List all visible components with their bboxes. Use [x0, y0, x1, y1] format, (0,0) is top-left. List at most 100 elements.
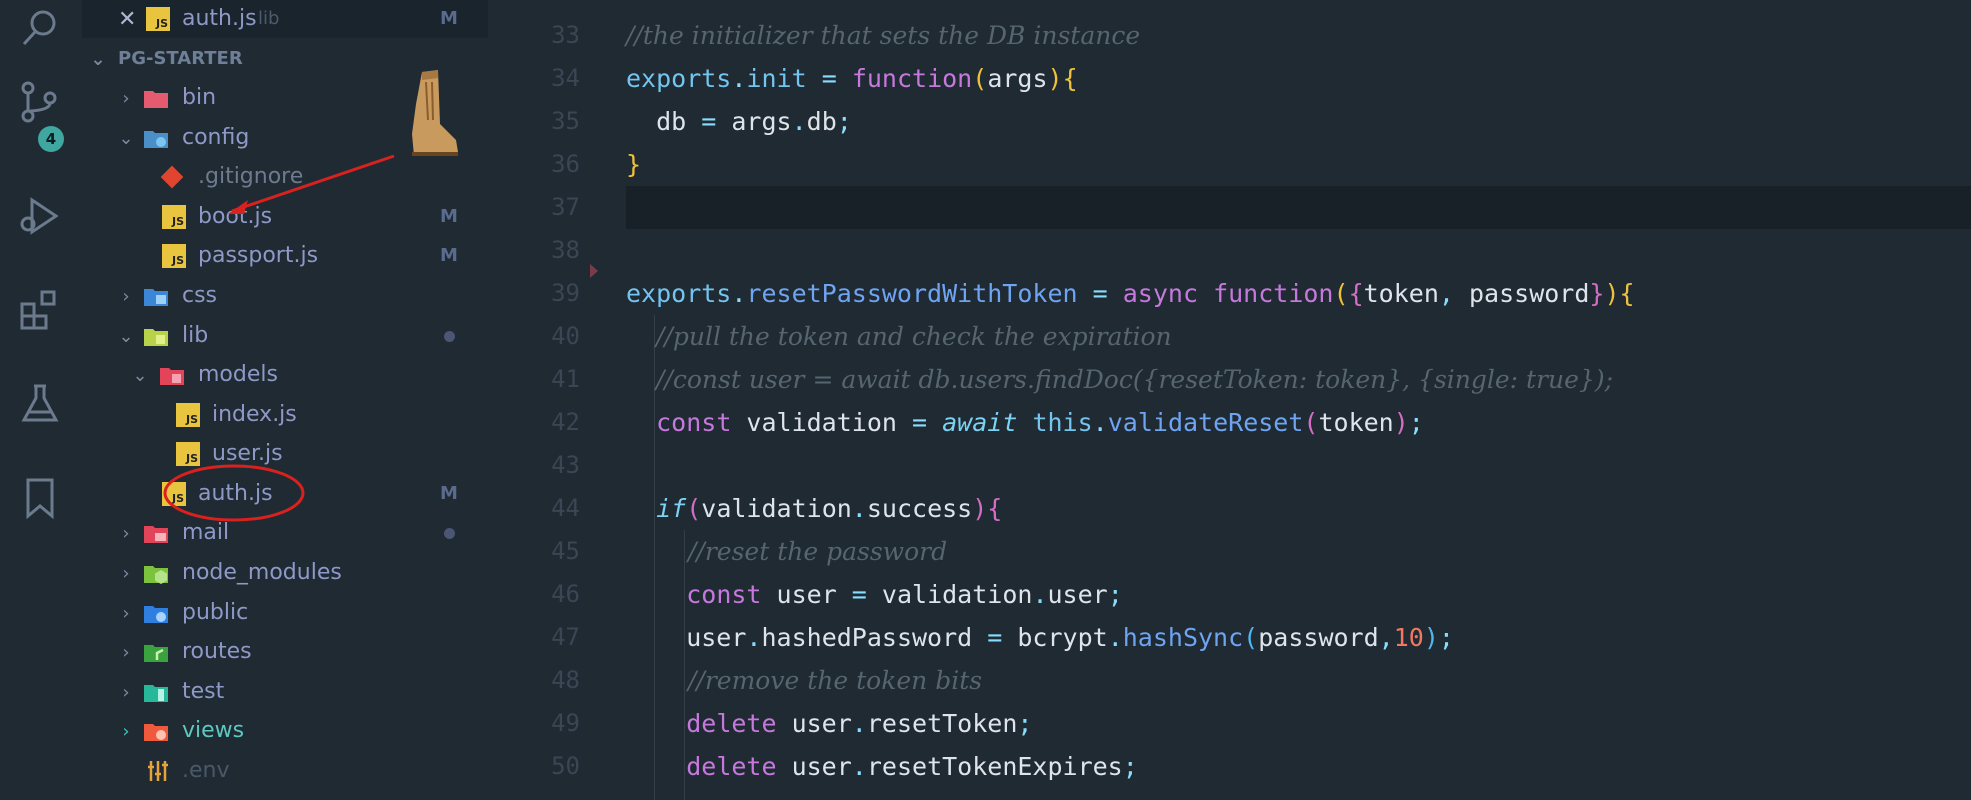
- breakpoint-marker-icon: [590, 264, 598, 278]
- open-editor-path: lib: [258, 8, 280, 29]
- tree-item-mail[interactable]: › mail: [82, 514, 488, 552]
- modified-dot: [444, 331, 455, 342]
- tree-item-label: config: [182, 125, 250, 150]
- code-line: exports.init = function(args){: [626, 64, 1078, 93]
- folder-routes-icon: [144, 645, 168, 662]
- line-number: 45: [551, 537, 580, 565]
- code-comment: //pull the token and check the expiratio…: [656, 322, 1172, 351]
- js-file-icon: JS: [176, 403, 200, 427]
- tree-item-label: passport.js: [198, 243, 319, 268]
- code-comment: //the initializer that sets the DB insta…: [626, 21, 1141, 50]
- line-number: 34: [551, 64, 580, 92]
- line-number: 44: [551, 494, 580, 522]
- code-line: db = args.db;: [626, 107, 852, 136]
- tree-item-public[interactable]: › public: [82, 594, 488, 632]
- line-number: 41: [551, 365, 580, 393]
- tree-item-label: test: [182, 679, 225, 704]
- tree-item-test[interactable]: › test: [82, 673, 488, 711]
- chevron-right-icon: ›: [122, 641, 130, 663]
- chevron-right-icon: ›: [122, 602, 130, 624]
- code-comment: //remove the token bits: [688, 666, 983, 695]
- line-number: 38: [551, 236, 580, 264]
- tree-item-env[interactable]: .env: [82, 752, 488, 790]
- workspace-folder-title: PG-STARTER: [118, 48, 243, 69]
- tree-item-label: mail: [182, 520, 230, 545]
- tree-item-css[interactable]: › css: [82, 277, 488, 315]
- js-file-icon: JS: [162, 205, 186, 229]
- folder-mail-icon: [144, 526, 168, 543]
- tree-item-label: auth.js: [198, 481, 273, 506]
- line-number: 50: [551, 752, 580, 780]
- chevron-down-icon: ⌄: [90, 48, 106, 70]
- code-line: const validation = await this.validateRe…: [656, 408, 1424, 437]
- line-number: 39: [551, 279, 580, 307]
- tree-item-routes[interactable]: › routes: [82, 633, 488, 671]
- tree-item-label: css: [182, 283, 218, 308]
- git-icon: [160, 165, 184, 189]
- activity-bar: 4: [0, 0, 82, 800]
- folder-icon: [144, 91, 168, 108]
- modified-badge: M: [440, 8, 458, 29]
- tree-item-lib[interactable]: ⌄ lib: [82, 317, 488, 355]
- run-debug-icon[interactable]: [16, 192, 64, 240]
- tree-item-node-modules[interactable]: › node_modules: [82, 554, 488, 592]
- tree-item-label: index.js: [212, 402, 297, 427]
- code-editor[interactable]: 33 34 35 36 37 38 39 40 41 42 43 44 45 4…: [488, 0, 1971, 800]
- line-number: 47: [551, 623, 580, 651]
- modified-dot: [444, 528, 455, 539]
- tree-item-boot-js[interactable]: JS boot.js M: [82, 198, 488, 236]
- js-file-icon: JS: [162, 244, 186, 268]
- tree-item-views[interactable]: › views: [82, 712, 488, 750]
- modified-badge: M: [440, 206, 458, 227]
- close-icon[interactable]: ✕: [118, 7, 136, 32]
- tree-item-passport-js[interactable]: JS passport.js M: [82, 237, 488, 275]
- tree-item-user-js[interactable]: JS user.js: [82, 435, 488, 473]
- chevron-down-icon: ⌄: [118, 127, 134, 149]
- open-editor-item[interactable]: ✕ JS auth.js lib M: [82, 0, 488, 38]
- js-file-icon: JS: [146, 7, 170, 31]
- line-number: 49: [551, 709, 580, 737]
- testing-icon[interactable]: [16, 380, 64, 428]
- folder-lib-icon: [144, 329, 168, 346]
- code-line: delete user.resetToken;: [686, 709, 1033, 738]
- tree-item-auth-js[interactable]: JS auth.js M: [82, 475, 488, 513]
- code-comment: //reset the password: [688, 537, 948, 566]
- line-number: 48: [551, 666, 580, 694]
- code-line: if(validation.success){: [656, 494, 1003, 523]
- code-line: delete user.resetTokenExpires;: [686, 752, 1138, 781]
- tree-item-gitignore[interactable]: .gitignore: [82, 158, 488, 196]
- folder-views-icon: [144, 724, 168, 741]
- source-control-icon[interactable]: [16, 78, 64, 126]
- chevron-right-icon: ›: [122, 720, 130, 742]
- code-line: const user = validation.user;: [686, 580, 1123, 609]
- line-number: 40: [551, 322, 580, 350]
- explorer-sidebar: ✕ JS auth.js lib M ⌄ PG-STARTER › bin ⌄ …: [82, 0, 488, 800]
- chevron-right-icon: ›: [122, 681, 130, 703]
- folder-public-icon: [144, 606, 168, 623]
- tree-item-label: public: [182, 600, 249, 625]
- line-number: 37: [551, 193, 580, 221]
- folder-settings-icon: [144, 131, 168, 148]
- tree-item-label: user.js: [212, 441, 283, 466]
- folder-models-icon: [160, 368, 184, 385]
- tree-item-label: boot.js: [198, 204, 273, 229]
- line-number: 35: [551, 107, 580, 135]
- tree-item-label: views: [182, 718, 245, 743]
- line-number: 42: [551, 408, 580, 436]
- settings-sliders-icon: [148, 761, 168, 781]
- search-icon[interactable]: [16, 4, 64, 52]
- tree-item-label: .env: [182, 758, 230, 783]
- line-number: 33: [551, 21, 580, 49]
- tree-item-models[interactable]: ⌄ models: [82, 356, 488, 394]
- chevron-down-icon: ⌄: [132, 364, 148, 386]
- tree-item-label: .gitignore: [198, 164, 304, 189]
- js-file-icon: JS: [176, 442, 200, 466]
- current-line-highlight: [626, 186, 1971, 229]
- extensions-icon[interactable]: [16, 286, 64, 334]
- line-number: 36: [551, 150, 580, 178]
- bookmarks-icon[interactable]: [16, 474, 64, 522]
- tree-item-index-js[interactable]: JS index.js: [82, 396, 488, 434]
- js-file-icon: JS: [162, 482, 186, 506]
- chevron-right-icon: ›: [122, 562, 130, 584]
- folder-node-icon: [144, 566, 168, 584]
